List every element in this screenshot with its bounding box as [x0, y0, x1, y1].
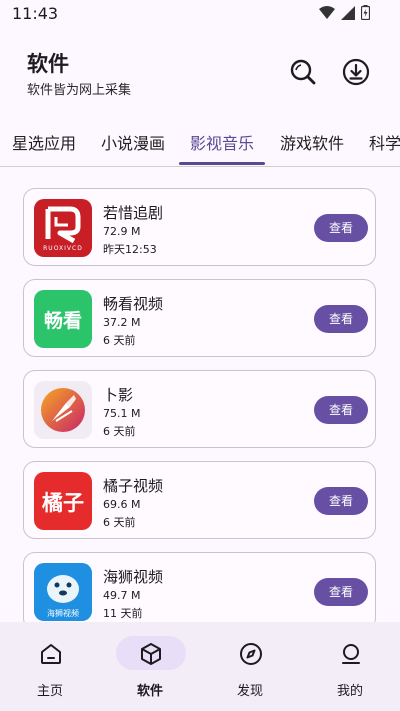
app-size: 72.9 M	[103, 225, 141, 238]
app-icon-label: 海狮视频	[47, 609, 79, 618]
signal-icon	[341, 5, 355, 20]
app-name: 畅看视频	[103, 295, 164, 313]
app-updated: 6 天前	[103, 425, 136, 438]
app-name: 若惜追剧	[103, 204, 164, 222]
search-button[interactable]	[285, 54, 321, 90]
app-icon-label: RUOXIVCD	[43, 245, 83, 252]
app-size: 37.2 M	[103, 316, 141, 329]
tab-indicator	[179, 162, 265, 165]
status-icons	[319, 5, 370, 20]
nav-item-home[interactable]: 主页	[0, 622, 100, 711]
bottom-nav: 主页 软件 发现 我的	[0, 622, 400, 711]
app-updated: 昨天12:53	[103, 243, 157, 256]
category-tabs: 星选应用 小说漫画 影视音乐 游戏软件 科学	[0, 122, 400, 167]
download-button[interactable]	[338, 54, 374, 90]
view-button[interactable]: 查看	[314, 578, 368, 606]
wifi-icon	[319, 5, 335, 19]
list-item[interactable]: 海狮视频 海狮视频 49.7 M 11 天前 查看	[23, 552, 376, 622]
app-icon-buying	[34, 381, 92, 439]
search-icon	[290, 59, 316, 85]
app-icon-changkan: 畅看	[34, 290, 92, 348]
cube-icon	[141, 643, 161, 665]
app-updated: 6 天前	[103, 334, 136, 347]
profile-icon	[342, 644, 360, 664]
home-icon	[41, 644, 61, 664]
nav-label: 软件	[136, 684, 163, 699]
status-bar: 11:43	[0, 0, 400, 28]
app-size: 75.1 M	[103, 407, 141, 420]
view-button[interactable]: 查看	[314, 214, 368, 242]
view-button[interactable]: 查看	[314, 305, 368, 333]
app-icon-haishi: 海狮视频	[34, 563, 92, 621]
app-icon-label: 畅看	[43, 310, 82, 332]
app-name: 橘子视频	[103, 477, 164, 495]
app-icon-ruoxi: RUOXIVCD	[34, 199, 92, 257]
nav-item-software[interactable]: 软件	[100, 622, 200, 711]
nav-item-discover[interactable]: 发现	[200, 622, 300, 711]
app-name: 海狮视频	[103, 568, 164, 586]
page-title: 软件	[27, 52, 69, 76]
app-size: 69.6 M	[103, 498, 141, 511]
view-button[interactable]: 查看	[314, 396, 368, 424]
page-subtitle: 软件皆为网上采集	[27, 83, 132, 98]
nav-label: 主页	[36, 684, 63, 699]
app-updated: 11 天前	[103, 607, 143, 620]
app-name: 卜影	[103, 386, 134, 404]
list-item[interactable]: 畅看 畅看视频 37.2 M 6 天前 查看	[23, 279, 376, 357]
app-updated: 6 天前	[103, 516, 136, 529]
tab-science[interactable]: 科学	[369, 130, 400, 154]
view-button[interactable]: 查看	[314, 487, 368, 515]
nav-label: 我的	[336, 684, 363, 699]
compass-icon	[240, 643, 262, 665]
tab-novel-comic[interactable]: 小说漫画	[101, 130, 165, 154]
nav-item-me[interactable]: 我的	[300, 622, 400, 711]
tab-video-music[interactable]: 影视音乐	[190, 130, 254, 154]
app-icon-label: 橘子	[42, 491, 84, 515]
tab-games[interactable]: 游戏软件	[280, 130, 344, 154]
download-icon	[342, 58, 370, 86]
status-time: 11:43	[12, 4, 59, 23]
list-item[interactable]: 橘子 橘子视频 69.6 M 6 天前 查看	[23, 461, 376, 539]
nav-label: 发现	[236, 684, 263, 699]
app-size: 49.7 M	[103, 589, 141, 602]
battery-icon	[361, 5, 370, 20]
tab-xingxuan[interactable]: 星选应用	[12, 130, 76, 154]
list-item[interactable]: RUOXIVCD 若惜追剧 72.9 M 昨天12:53 查看	[23, 188, 376, 266]
list-item[interactable]: 卜影 75.1 M 6 天前 查看	[23, 370, 376, 448]
app-list: RUOXIVCD 若惜追剧 72.9 M 昨天12:53 查看 畅看 畅看视频 …	[0, 166, 400, 622]
app-icon-juzi: 橘子	[34, 472, 92, 530]
